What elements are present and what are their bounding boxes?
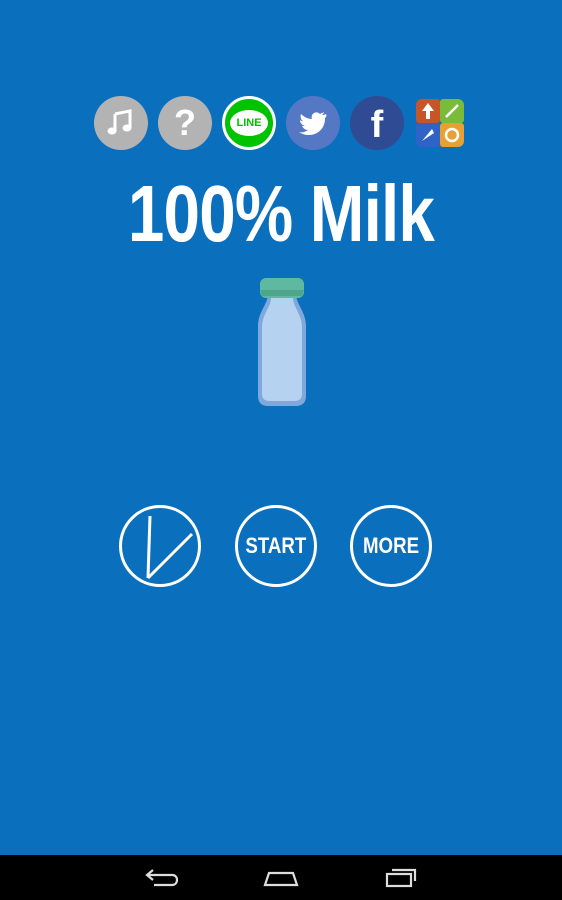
- game-screen: ? LINE f 100% Milk START MORE: [0, 0, 562, 855]
- help-glyph: ?: [174, 102, 196, 143]
- ranking-button[interactable]: [119, 505, 201, 587]
- recent-apps-icon[interactable]: [376, 863, 426, 893]
- slash-gauge-icon: [146, 515, 194, 580]
- back-icon[interactable]: [136, 863, 186, 893]
- top-icon-bar: ? LINE f: [94, 96, 468, 150]
- music-icon[interactable]: [94, 96, 148, 150]
- more-games-icon[interactable]: [416, 99, 464, 147]
- line-bubble: LINE: [230, 110, 268, 136]
- more-button[interactable]: MORE: [350, 505, 432, 587]
- start-label: START: [245, 533, 307, 558]
- line-label: LINE: [236, 117, 262, 129]
- system-nav-bar: [0, 855, 562, 900]
- twitter-icon[interactable]: [286, 96, 340, 150]
- home-icon[interactable]: [256, 863, 306, 893]
- more-label: MORE: [362, 533, 420, 558]
- line-icon[interactable]: LINE: [222, 96, 276, 150]
- milk-bottle-icon: [258, 278, 306, 406]
- start-button[interactable]: START: [235, 505, 317, 587]
- game-title: 100% Milk: [127, 169, 435, 258]
- help-icon[interactable]: ?: [158, 96, 212, 150]
- facebook-glyph: f: [370, 103, 384, 146]
- facebook-icon[interactable]: f: [350, 96, 404, 150]
